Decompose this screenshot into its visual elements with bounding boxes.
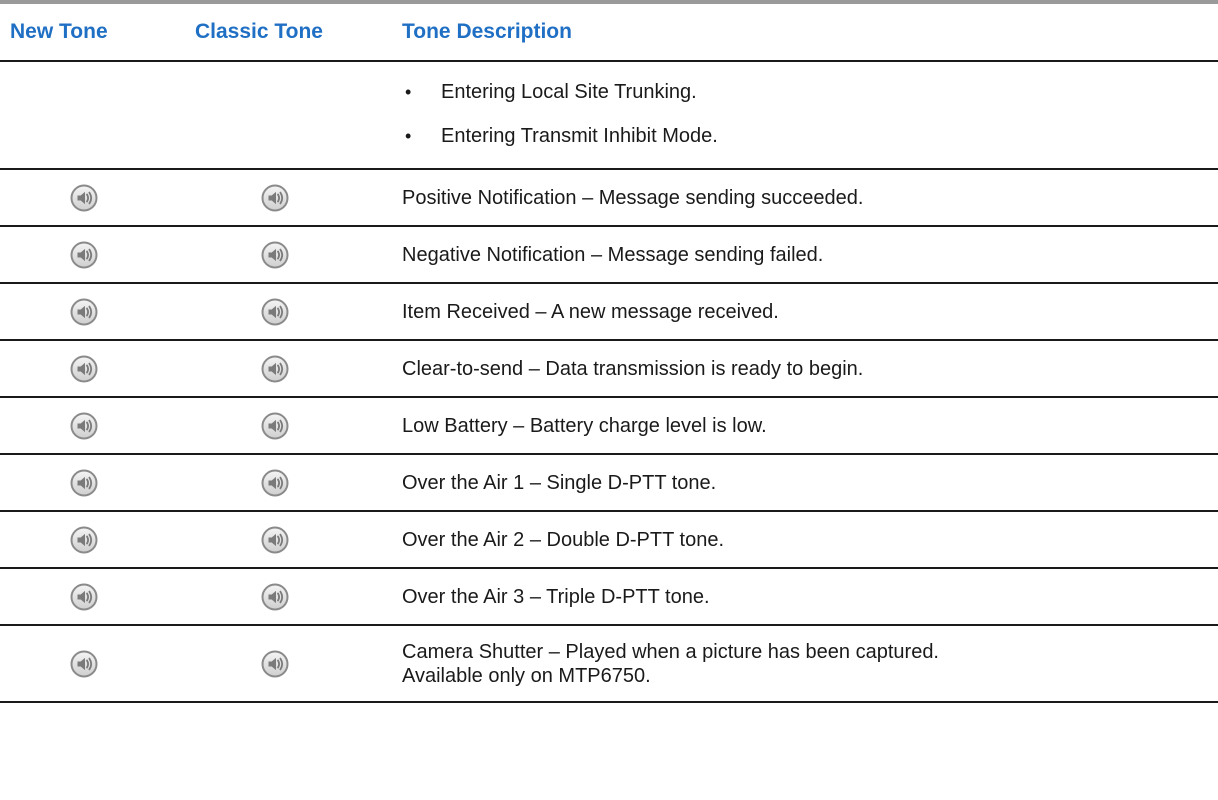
new-tone-cell — [0, 412, 167, 440]
speaker-icon[interactable] — [70, 241, 98, 269]
tone-description: Item Received – A new message received. — [402, 300, 779, 323]
classic-tone-cell — [167, 469, 383, 497]
classic-tone-cell — [167, 526, 383, 554]
table-row: Over the Air 2 – Double D-PTT tone. — [0, 512, 1218, 569]
tone-rows: Positive Notification – Message sending … — [0, 170, 1218, 703]
continued-cell: Entering Local Site Trunking. Entering T… — [0, 62, 1218, 168]
new-tone-cell — [0, 526, 167, 554]
tone-description: Negative Notification – Message sending … — [402, 243, 824, 266]
table-row: Low Battery – Battery charge level is lo… — [0, 398, 1218, 455]
speaker-icon[interactable] — [261, 469, 289, 497]
bullet-item: Entering Transmit Inhibit Mode. — [383, 124, 1218, 148]
classic-tone-cell — [167, 412, 383, 440]
tone-description: Over the Air 1 – Single D-PTT tone. — [402, 471, 717, 494]
continued-row: Entering Local Site Trunking. Entering T… — [0, 62, 1218, 170]
speaker-icon[interactable] — [70, 184, 98, 212]
table-row: Camera Shutter – Played when a picture h… — [0, 626, 1218, 703]
table-row: Clear-to-send – Data transmission is rea… — [0, 341, 1218, 398]
classic-tone-cell — [167, 241, 383, 269]
speaker-icon[interactable] — [70, 412, 98, 440]
speaker-icon[interactable] — [261, 583, 289, 611]
speaker-icon[interactable] — [261, 184, 289, 212]
tone-description: Over the Air 3 – Triple D-PTT tone. — [402, 585, 710, 608]
tone-table: New Tone Classic Tone Tone Description E… — [0, 0, 1218, 703]
classic-tone-cell — [167, 650, 383, 678]
header-classic-tone: Classic Tone — [195, 20, 323, 43]
classic-tone-cell — [167, 298, 383, 326]
header-new-tone: New Tone — [10, 20, 108, 43]
speaker-icon[interactable] — [261, 412, 289, 440]
new-tone-cell — [0, 650, 167, 678]
table-row: Over the Air 3 – Triple D-PTT tone. — [0, 569, 1218, 626]
speaker-icon[interactable] — [261, 355, 289, 383]
table-row: Over the Air 1 – Single D-PTT tone. — [0, 455, 1218, 512]
speaker-icon[interactable] — [70, 298, 98, 326]
table-row: Item Received – A new message received. — [0, 284, 1218, 341]
new-tone-cell — [0, 184, 167, 212]
table-header: New Tone Classic Tone Tone Description — [0, 4, 1218, 62]
new-tone-cell — [0, 355, 167, 383]
description-line: Available only on MTP6750. — [402, 664, 651, 687]
classic-tone-cell — [167, 583, 383, 611]
speaker-icon[interactable] — [70, 469, 98, 497]
new-tone-cell — [0, 583, 167, 611]
tone-description: Positive Notification – Message sending … — [402, 186, 864, 209]
speaker-icon[interactable] — [261, 241, 289, 269]
tone-description: Camera Shutter – Played when a picture h… — [383, 640, 1218, 688]
classic-tone-cell — [167, 184, 383, 212]
speaker-icon[interactable] — [261, 650, 289, 678]
speaker-icon[interactable] — [261, 298, 289, 326]
speaker-icon[interactable] — [261, 526, 289, 554]
table-row: Negative Notification – Message sending … — [0, 227, 1218, 284]
tone-description: Low Battery – Battery charge level is lo… — [402, 414, 767, 437]
table-row: Positive Notification – Message sending … — [0, 170, 1218, 227]
bullet-list: Entering Local Site Trunking. Entering T… — [0, 80, 1218, 148]
new-tone-cell — [0, 469, 167, 497]
new-tone-cell — [0, 241, 167, 269]
classic-tone-cell — [167, 355, 383, 383]
speaker-icon[interactable] — [70, 650, 98, 678]
tone-description: Over the Air 2 – Double D-PTT tone. — [402, 528, 725, 551]
speaker-icon[interactable] — [70, 583, 98, 611]
tone-description: Clear-to-send – Data transmission is rea… — [402, 357, 864, 380]
header-tone-description: Tone Description — [402, 20, 572, 43]
new-tone-cell — [0, 298, 167, 326]
description-line: Camera Shutter – Played when a picture h… — [402, 640, 939, 663]
bullet-item: Entering Local Site Trunking. — [383, 80, 1218, 104]
speaker-icon[interactable] — [70, 355, 98, 383]
speaker-icon[interactable] — [70, 526, 98, 554]
